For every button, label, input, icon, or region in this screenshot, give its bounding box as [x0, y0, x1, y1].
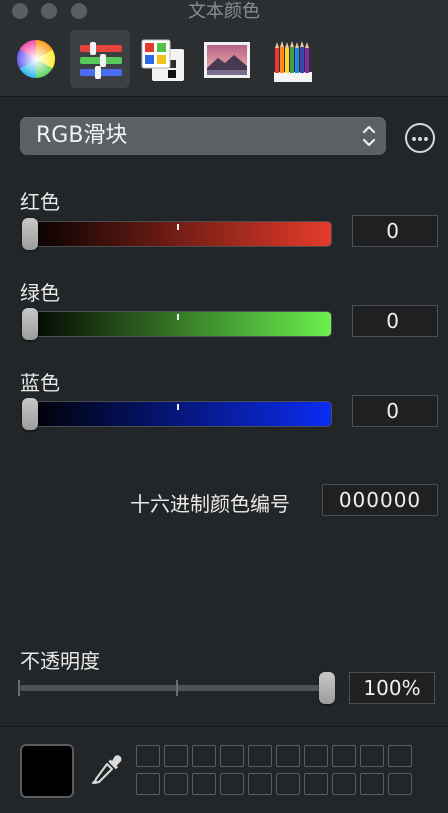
- swatch-slot[interactable]: [192, 745, 216, 767]
- swatch-slot[interactable]: [360, 773, 384, 795]
- swatch-slot[interactable]: [164, 745, 188, 767]
- green-value-field[interactable]: 0: [352, 305, 438, 337]
- blue-value-field[interactable]: 0: [352, 395, 438, 427]
- green-slider[interactable]: [22, 308, 332, 340]
- color-sliders-icon: [80, 42, 122, 79]
- green-slider-knob[interactable]: [22, 308, 38, 340]
- image-palettes-icon: [204, 42, 250, 78]
- toolbar: [0, 24, 448, 97]
- red-slider-knob[interactable]: [22, 218, 38, 250]
- red-value-field[interactable]: 0: [352, 215, 438, 247]
- swatch-slot[interactable]: [304, 773, 328, 795]
- swatch-slot[interactable]: [388, 745, 412, 767]
- swatch-slot[interactable]: [220, 745, 244, 767]
- swatch-slot[interactable]: [332, 773, 356, 795]
- hex-value-field[interactable]: 000000: [322, 484, 438, 516]
- red-slider-midpoint: [177, 224, 179, 230]
- blue-slider-midpoint: [177, 404, 179, 410]
- swatch-slot[interactable]: [248, 773, 272, 795]
- green-slider-midpoint: [177, 314, 179, 320]
- swatch-slot[interactable]: [276, 773, 300, 795]
- chevron-updown-icon: [362, 125, 376, 147]
- current-color-well[interactable]: [20, 744, 74, 798]
- swatch-slot[interactable]: [136, 773, 160, 795]
- swatch-slot[interactable]: [276, 745, 300, 767]
- tab-color-palettes[interactable]: [132, 30, 192, 88]
- swatch-slot[interactable]: [136, 745, 160, 767]
- mode-select-label: RGB滑块: [36, 123, 128, 148]
- tab-color-wheel[interactable]: [6, 30, 66, 88]
- opacity-label: 不透明度: [20, 649, 100, 673]
- green-label: 绿色: [20, 281, 60, 305]
- swatch-slot[interactable]: [304, 745, 328, 767]
- blue-slider-knob[interactable]: [22, 398, 38, 430]
- swatch-slot[interactable]: [332, 745, 356, 767]
- opacity-slider-knob[interactable]: [319, 672, 335, 704]
- eyedropper-icon[interactable]: [88, 752, 124, 788]
- swatch-slot[interactable]: [192, 773, 216, 795]
- red-slider[interactable]: [22, 218, 332, 250]
- opacity-slider-tick: [176, 680, 178, 696]
- color-palettes-icon: [141, 39, 184, 81]
- tab-color-sliders[interactable]: [70, 30, 130, 88]
- ellipsis-icon: [412, 137, 416, 141]
- opacity-slider-tick: [18, 680, 20, 696]
- swatch-slot[interactable]: [164, 773, 188, 795]
- blue-label: 蓝色: [20, 371, 60, 395]
- swatch-slot[interactable]: [388, 773, 412, 795]
- red-label: 红色: [20, 190, 60, 214]
- tab-image-palettes[interactable]: [196, 30, 256, 88]
- more-options-button[interactable]: [405, 123, 435, 153]
- swatch-slot[interactable]: [220, 773, 244, 795]
- hex-label: 十六进制颜色编号: [130, 492, 290, 516]
- mode-select[interactable]: RGB滑块: [20, 117, 386, 155]
- pencils-icon: [274, 41, 312, 82]
- ellipsis-dot: [418, 137, 422, 141]
- tab-pencils[interactable]: [262, 30, 322, 88]
- color-wheel-icon: [17, 40, 55, 78]
- ellipsis-dot: [424, 137, 428, 141]
- swatch-slot[interactable]: [248, 745, 272, 767]
- opacity-value-field[interactable]: 100%: [349, 672, 435, 704]
- blue-slider[interactable]: [22, 398, 332, 430]
- window-title: 文本颜色: [188, 1, 260, 22]
- opacity-slider[interactable]: [20, 685, 326, 691]
- swatch-slot[interactable]: [360, 745, 384, 767]
